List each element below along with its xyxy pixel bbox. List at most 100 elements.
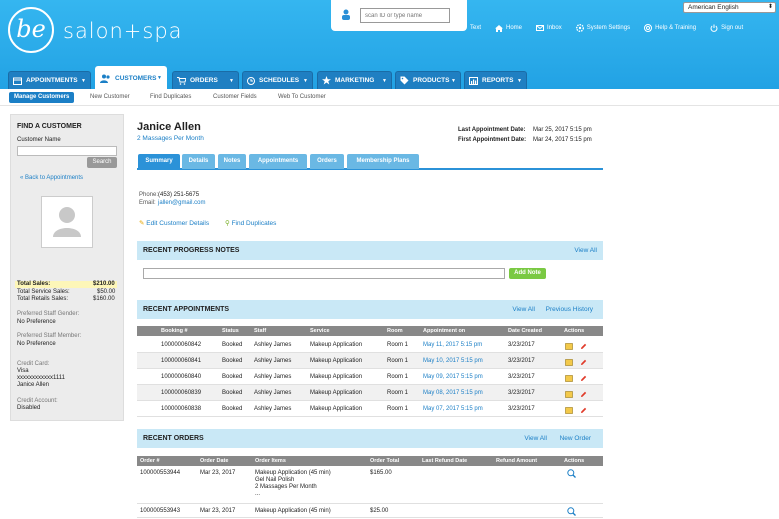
subnav-new-customer[interactable]: New Customer xyxy=(90,92,130,103)
new-order-link[interactable]: New Order xyxy=(560,429,591,448)
table-cell: Room 1 xyxy=(387,406,409,412)
tab-label: ORDERS xyxy=(190,77,218,84)
progress-notes-header: RECENT PROGRESS NOTES View All xyxy=(137,241,603,260)
table-cell: 100000060840 xyxy=(161,374,202,380)
table-row: 100000553943 Mar 23, 2017 $25.00 Makeup App… xyxy=(137,504,603,518)
orders-table-header: Order # Order Date Order Items Order Tot… xyxy=(137,456,603,466)
top-link-label: Sign out xyxy=(721,25,744,31)
table-cell: Makeup Application xyxy=(310,374,363,380)
subnav-manage-customers[interactable]: Manage Customers xyxy=(9,92,75,103)
preferred-member-value: No Preference xyxy=(17,341,56,347)
credit-card-number: xxxxxxxxxxxx1111 xyxy=(17,375,66,381)
tab-appointments-detail[interactable]: Appointments xyxy=(249,154,307,169)
col-order-total: Order Total xyxy=(370,458,400,464)
tab-appointments[interactable]: APPOINTMENTS ▼ xyxy=(8,71,91,89)
top-link-label: Home xyxy=(506,25,523,31)
customer-membership[interactable]: 2 Massages Per Month xyxy=(137,135,204,142)
tab-customers[interactable]: CUSTOMERS ▼ xyxy=(95,66,167,89)
table-cell[interactable]: May 10, 2017 5:15 pm xyxy=(423,353,483,369)
tab-reports[interactable]: REPORTS ▼ xyxy=(464,71,527,89)
order-number[interactable]: 100000553944 xyxy=(140,469,180,477)
table-cell[interactable]: May 11, 2017 5:15 pm xyxy=(423,337,482,353)
app-header: be salon+spa American English ⬍ Text Home… xyxy=(0,0,779,89)
table-cell: Ashley James xyxy=(254,406,292,412)
table-cell[interactable]: May 09, 2017 5:15 pm xyxy=(423,369,483,385)
previous-history-link[interactable]: Previous History xyxy=(546,300,593,319)
customer-name-input[interactable] xyxy=(17,146,117,156)
table-cell: Room 1 xyxy=(387,390,409,396)
subnav-customer-fields[interactable]: Customer Fields xyxy=(213,92,257,103)
subnav-find-duplicates[interactable]: Find Duplicates xyxy=(150,92,191,103)
find-duplicates-link[interactable]: ⚲ Find Duplicates xyxy=(225,219,276,227)
brand-logo[interactable]: be xyxy=(8,7,54,53)
tab-details[interactable]: Details xyxy=(182,154,215,169)
view-order-icon[interactable] xyxy=(567,469,576,481)
appointments-table-header: Booking # Status Staff Service Room Appo… xyxy=(137,326,603,336)
order-total: $25.00 xyxy=(370,508,389,514)
back-to-appointments-link[interactable]: « Back to Appointments xyxy=(20,175,83,181)
find-dup-label: Find Duplicates xyxy=(231,220,277,227)
avatar xyxy=(41,196,93,248)
col-order-items: Order Items xyxy=(255,458,286,464)
order-item: Makeup Application (45 min) xyxy=(255,508,331,514)
col-refund-amount: Refund Amount xyxy=(496,458,538,464)
tab-orders-detail[interactable]: Orders xyxy=(310,154,344,169)
top-link-inbox[interactable]: Inbox xyxy=(536,22,562,34)
col-status: Status xyxy=(222,328,239,334)
tab-label: MARKETING xyxy=(335,77,375,84)
tab-summary[interactable]: Summary xyxy=(138,154,180,169)
language-select[interactable]: American English ⬍ xyxy=(683,2,776,13)
col-date-created: Date Created xyxy=(508,328,542,334)
top-link-system-settings[interactable]: System Settings xyxy=(575,22,630,34)
search-button[interactable]: Search xyxy=(87,157,117,168)
table-row: 100000060839 Booked Ashley James Makeup App… xyxy=(137,385,603,401)
total-service-sales-label: Total Service Sales: xyxy=(17,289,70,295)
tab-membership-plans[interactable]: Membership Plans xyxy=(347,154,419,169)
progress-notes-view-all[interactable]: View All xyxy=(574,241,597,260)
tab-orders[interactable]: ORDERS ▼ xyxy=(172,71,239,89)
table-cell: Room 1 xyxy=(387,358,409,364)
first-appointment-value: Mar 24, 2017 5:15 pm xyxy=(533,137,592,143)
table-cell[interactable]: May 08, 2017 5:15 pm xyxy=(423,385,483,401)
table-cell: Ashley James xyxy=(254,390,292,396)
tab-products[interactable]: PRODUCTS ▼ xyxy=(395,71,461,89)
total-service-sales-value: $50.00 xyxy=(97,289,116,295)
chevron-down-icon: ▼ xyxy=(451,77,456,84)
tab-schedules[interactable]: SCHEDULES ▼ xyxy=(242,71,313,89)
view-appointment-icon[interactable] xyxy=(565,405,573,421)
top-link-text[interactable]: Text xyxy=(470,22,481,34)
top-link-help[interactable]: Help & Training xyxy=(644,22,696,34)
table-cell: 3/23/2017 xyxy=(508,374,535,380)
orders-title: RECENT ORDERS xyxy=(143,435,204,442)
clock-icon xyxy=(247,76,255,85)
customer-name: Janice Allen xyxy=(137,121,201,133)
tab-label: REPORTS xyxy=(482,77,514,84)
top-link-home[interactable]: Home xyxy=(495,22,522,34)
scan-input[interactable] xyxy=(360,8,450,23)
inbox-icon xyxy=(536,25,545,31)
appointments-view-all[interactable]: View All xyxy=(512,300,535,319)
table-cell: Room 1 xyxy=(387,342,409,348)
magnifier-icon: ⚲ xyxy=(225,220,230,227)
table-row: 100000060840 Booked Ashley James Makeup App… xyxy=(137,369,603,385)
top-link-sign-out[interactable]: Sign out xyxy=(710,22,743,34)
table-cell: 3/23/2017 xyxy=(508,342,535,348)
orders-view-all[interactable]: View All xyxy=(524,429,547,448)
email-link[interactable]: jallen@gmail.com xyxy=(158,200,205,206)
tab-marketing[interactable]: MARKETING ▼ xyxy=(317,71,392,89)
credit-account-value: Disabled xyxy=(17,405,41,411)
help-icon xyxy=(644,24,653,32)
credit-card-holder: Janice Allen xyxy=(17,382,50,388)
person-icon xyxy=(342,9,350,20)
order-number[interactable]: 100000553943 xyxy=(140,507,180,515)
orders-header: RECENT ORDERS View All New Order xyxy=(137,429,603,448)
edit-customer-link[interactable]: ✎ Edit Customer Details xyxy=(139,219,209,227)
view-order-icon[interactable] xyxy=(567,507,576,519)
edit-appointment-icon[interactable] xyxy=(580,405,587,421)
subnav-web-to-customer[interactable]: Web To Customer xyxy=(278,92,326,103)
sidebar: FIND A CUSTOMER Customer Name Search « B… xyxy=(10,114,124,421)
table-cell[interactable]: May 07, 2017 5:15 pm xyxy=(423,401,483,417)
add-note-button[interactable]: Add Note xyxy=(509,268,546,279)
tab-notes[interactable]: Notes xyxy=(218,154,246,169)
progress-note-input[interactable] xyxy=(143,268,505,279)
